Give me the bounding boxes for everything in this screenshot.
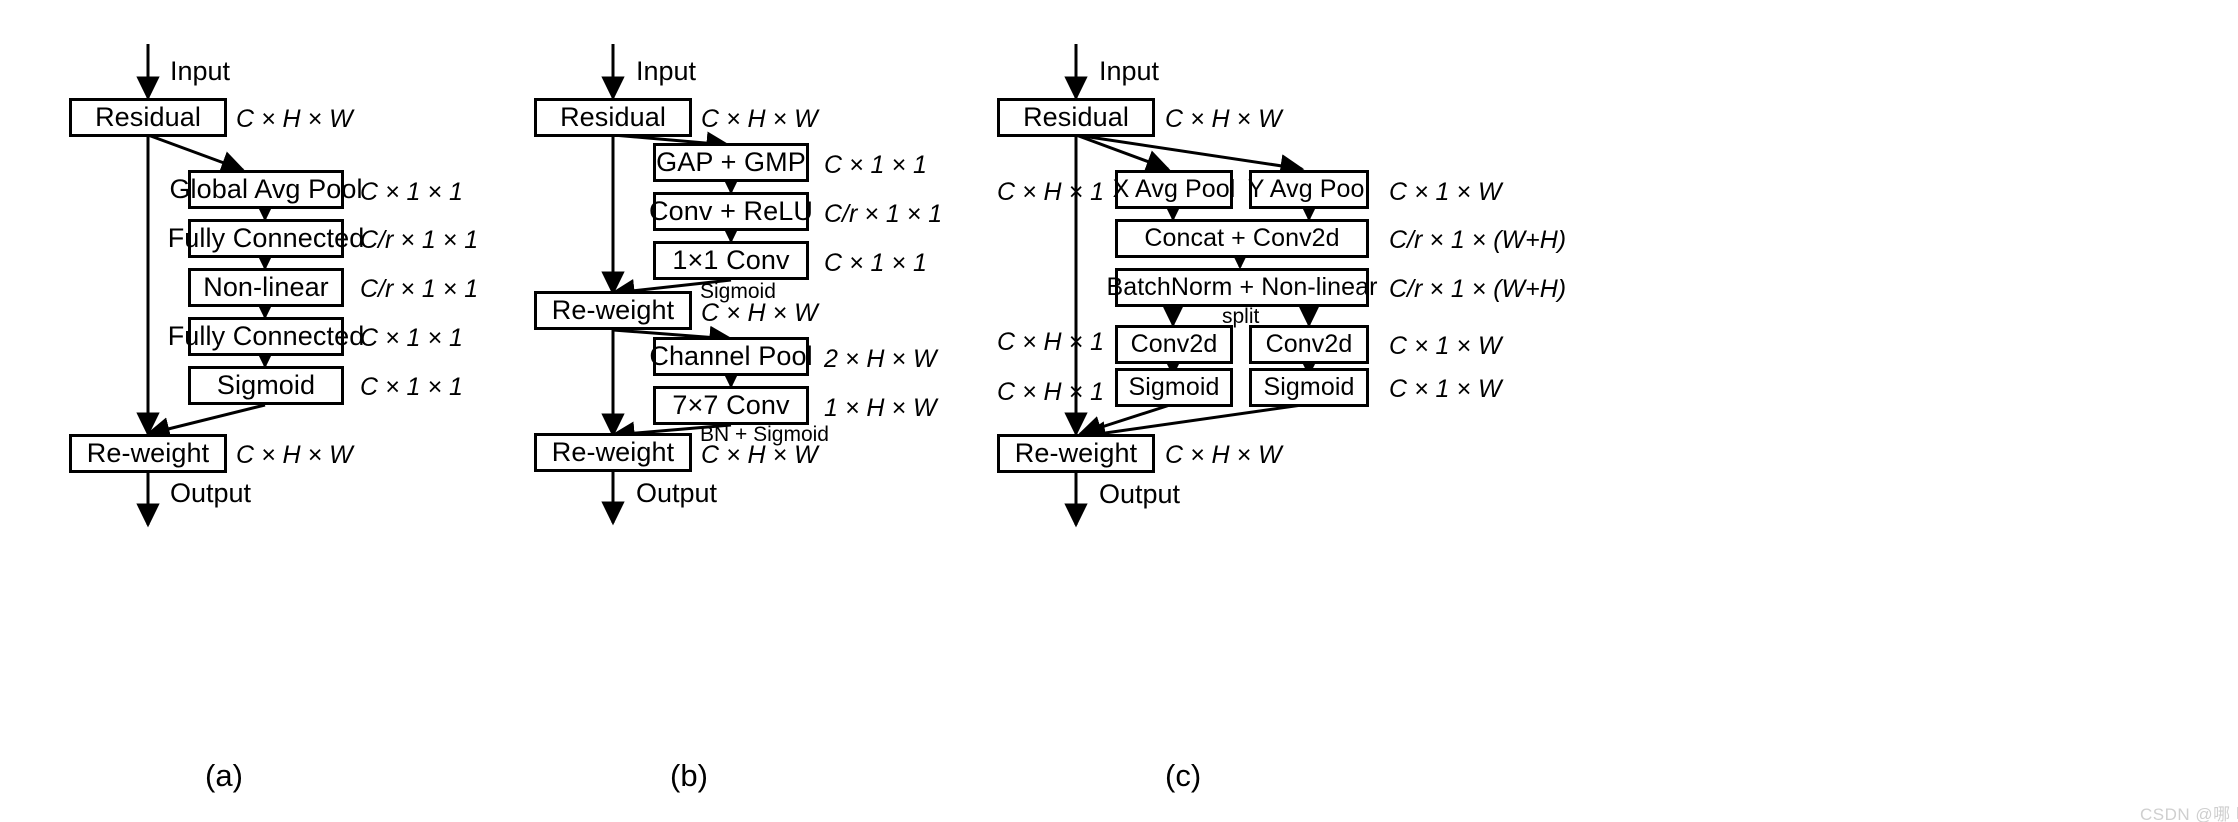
- panel-b-output-label: Output: [636, 478, 718, 508]
- panel-b-bn-sigmoid-edge-label: BN + Sigmoid: [700, 423, 829, 446]
- panel-b-dim-gap-gmp: C × 1 × 1: [824, 151, 927, 179]
- panel-b-box-conv-7x7[interactable]: 7×7 Conv: [653, 386, 809, 425]
- panel-c-box-conv2d-left-label: Conv2d: [1130, 330, 1218, 358]
- panel-c-box-x-avg-pool-label: X Avg Pool: [1112, 175, 1236, 203]
- panel-c-box-batchnorm-nonlinear-label: BatchNorm + Non-linear: [1106, 273, 1378, 301]
- panel-b-box-gap-gmp[interactable]: GAP + GMP: [653, 143, 809, 182]
- panel-a-dim-sigmoid: C × 1 × 1: [360, 373, 463, 401]
- panel-b-box-gap-gmp-label: GAP + GMP: [656, 147, 806, 177]
- panel-c-box-sigmoid-left[interactable]: Sigmoid: [1115, 368, 1233, 407]
- panel-c-box-concat-conv2d-label: Concat + Conv2d: [1144, 224, 1340, 252]
- panel-a-output-label: Output: [170, 478, 252, 508]
- panel-a-dim-global-avg-pool: C × 1 × 1: [360, 178, 463, 206]
- panel-b-box-residual-label: Residual: [560, 102, 666, 132]
- panel-b-dim-re-weight-2: C × H × W: [701, 441, 818, 469]
- panel-b-box-conv-relu-label: Conv + ReLU: [649, 196, 813, 226]
- panel-b-box-re-weight-2[interactable]: Re-weight: [534, 433, 692, 472]
- panel-a-box-residual-label: Residual: [95, 102, 201, 132]
- panel-b-box-re-weight-2-label: Re-weight: [551, 437, 675, 467]
- panel-a-dim-re-weight: C × H × W: [236, 441, 353, 469]
- panel-c-box-batchnorm-nonlinear[interactable]: BatchNorm + Non-linear: [1106, 268, 1377, 307]
- watermark: CSDN @哪 吒: [2140, 805, 2238, 822]
- panel-a-box-re-weight[interactable]: Re-weight: [69, 434, 227, 473]
- panel-c-dim-skip-2: C × H × 1: [997, 328, 1104, 356]
- panel-b-box-conv-1x1[interactable]: 1×1 Conv: [653, 241, 809, 280]
- panel-c-dim-avg-pool: C × 1 × W: [1389, 178, 1502, 206]
- panel-b-box-channel-pool[interactable]: Channel Pool: [649, 337, 813, 376]
- panel-c-dim-conv2d: C × 1 × W: [1389, 332, 1502, 360]
- panel-c-box-residual[interactable]: Residual: [997, 98, 1155, 137]
- panel-c-box-conv2d-left[interactable]: Conv2d: [1115, 325, 1233, 364]
- caption-a: (a): [205, 758, 243, 793]
- panel-a-box-sigmoid[interactable]: Sigmoid: [188, 366, 344, 405]
- panel-a-box-fully-connected-1[interactable]: Fully Connected: [168, 219, 364, 258]
- panel-c-box-y-avg-pool[interactable]: Y Avg Pool: [1247, 170, 1371, 209]
- panel-c-dim-concat-conv2d: C/r × 1 × (W+H): [1389, 226, 1567, 254]
- panel-a-box-non-linear[interactable]: Non-linear: [188, 268, 344, 307]
- panel-b-box-residual[interactable]: Residual: [534, 98, 692, 137]
- panel-b-dim-residual: C × H × W: [701, 105, 818, 133]
- panel-b-box-conv-1x1-label: 1×1 Conv: [672, 245, 790, 275]
- panel-b-box-conv-7x7-label: 7×7 Conv: [672, 390, 790, 420]
- panel-b-dim-channel-pool: 2 × H × W: [824, 345, 937, 373]
- panel-c-box-x-avg-pool[interactable]: X Avg Pool: [1112, 170, 1236, 209]
- panel-c-split-edge-label: split: [1222, 305, 1260, 328]
- panel-a-box-re-weight-label: Re-weight: [86, 438, 210, 468]
- panel-c-box-sigmoid-left-label: Sigmoid: [1128, 373, 1220, 401]
- panel-a-box-fully-connected-2[interactable]: Fully Connected: [168, 317, 364, 356]
- panel-a-box-fully-connected-2-label: Fully Connected: [167, 321, 365, 351]
- panel-a-box-sigmoid-label: Sigmoid: [216, 370, 316, 400]
- panel-b-box-re-weight-1[interactable]: Re-weight: [534, 291, 692, 330]
- panel-c-box-concat-conv2d[interactable]: Concat + Conv2d: [1115, 219, 1369, 258]
- panel-a-dim-fully-connected-2: C × 1 × 1: [360, 324, 463, 352]
- panel-c-dim-batchnorm-nonlinear: C/r × 1 × (W+H): [1389, 275, 1567, 303]
- panel-c-box-conv2d-right[interactable]: Conv2d: [1249, 325, 1369, 364]
- panel-a-box-residual[interactable]: Residual: [69, 98, 227, 137]
- panel-c-box-conv2d-right-label: Conv2d: [1265, 330, 1353, 358]
- panel-c-box-sigmoid-right[interactable]: Sigmoid: [1249, 368, 1369, 407]
- panel-b-sigmoid-edge-label: Sigmoid: [700, 280, 776, 303]
- panel-a-dim-fully-connected-1: C/r × 1 × 1: [360, 226, 479, 254]
- caption-c: (c): [1165, 758, 1202, 793]
- panel-b-dim-conv-7x7: 1 × H × W: [824, 394, 937, 422]
- panel-a-dim-non-linear: C/r × 1 × 1: [360, 275, 479, 303]
- panel-c-box-y-avg-pool-label: Y Avg Pool: [1247, 175, 1371, 203]
- panel-a-box-global-avg-pool-label: Global Avg Pool: [169, 174, 363, 204]
- panel-a-input-label: Input: [170, 56, 231, 86]
- panel-c-dim-re-weight: C × H × W: [1165, 441, 1282, 469]
- panel-c-output-label: Output: [1099, 479, 1181, 509]
- caption-b: (b): [670, 758, 708, 793]
- panel-c-dim-sigmoid: C × 1 × W: [1389, 375, 1502, 403]
- panel-c-dim-skip-3: C × H × 1: [997, 378, 1104, 406]
- panel-c-dim-skip-1: C × H × 1: [997, 178, 1104, 206]
- panel-c-dim-residual: C × H × W: [1165, 105, 1282, 133]
- panel-a-box-fully-connected-1-label: Fully Connected: [167, 223, 365, 253]
- panel-c-box-re-weight[interactable]: Re-weight: [997, 434, 1155, 473]
- panel-b-dim-conv-relu: C/r × 1 × 1: [824, 200, 943, 228]
- panel-a-box-global-avg-pool[interactable]: Global Avg Pool: [169, 170, 362, 209]
- panel-c-box-re-weight-label: Re-weight: [1014, 438, 1138, 468]
- panel-a-box-non-linear-label: Non-linear: [203, 272, 329, 302]
- panel-b-dim-conv-1x1: C × 1 × 1: [824, 249, 927, 277]
- figure-canvas: Residual Global Avg Pool Fully Connected…: [0, 0, 2238, 822]
- panel-c-input-label: Input: [1099, 56, 1160, 86]
- panel-c-box-sigmoid-right-label: Sigmoid: [1263, 373, 1355, 401]
- panel-a-dim-residual: C × H × W: [236, 105, 353, 133]
- panel-c-box-residual-label: Residual: [1023, 102, 1129, 132]
- panel-b-input-label: Input: [636, 56, 697, 86]
- panel-b-box-conv-relu[interactable]: Conv + ReLU: [649, 192, 813, 231]
- panel-b-dim-re-weight-1: C × H × W: [701, 299, 818, 327]
- panel-b-box-re-weight-1-label: Re-weight: [551, 295, 675, 325]
- panel-b-box-channel-pool-label: Channel Pool: [649, 341, 813, 371]
